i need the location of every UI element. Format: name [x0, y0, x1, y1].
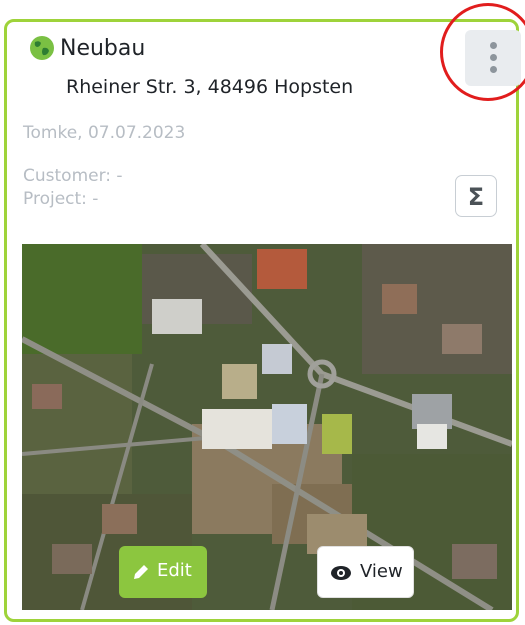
- project-address: Rheiner Str. 3, 48496 Hopsten: [66, 76, 354, 98]
- pencil-icon: [134, 565, 148, 579]
- eye-icon: [331, 566, 351, 580]
- project-label: Project: -: [23, 189, 99, 209]
- edit-button[interactable]: Edit: [119, 546, 207, 598]
- edit-button-label: Edit: [157, 560, 192, 581]
- sum-button[interactable]: Σ: [455, 175, 497, 217]
- author-date: Tomke, 07.07.2023: [23, 123, 186, 143]
- view-button-label: View: [360, 561, 403, 582]
- view-button[interactable]: View: [317, 546, 414, 598]
- kebab-menu-icon: [490, 42, 497, 49]
- kebab-dot: [490, 66, 497, 73]
- globe-icon: [30, 36, 54, 60]
- satellite-map-image: [22, 244, 512, 610]
- sigma-icon: Σ: [467, 183, 485, 211]
- kebab-dot: [490, 54, 497, 61]
- project-title: Neubau: [60, 36, 146, 61]
- more-options-button[interactable]: [465, 30, 521, 86]
- customer-label: Customer: -: [23, 166, 123, 186]
